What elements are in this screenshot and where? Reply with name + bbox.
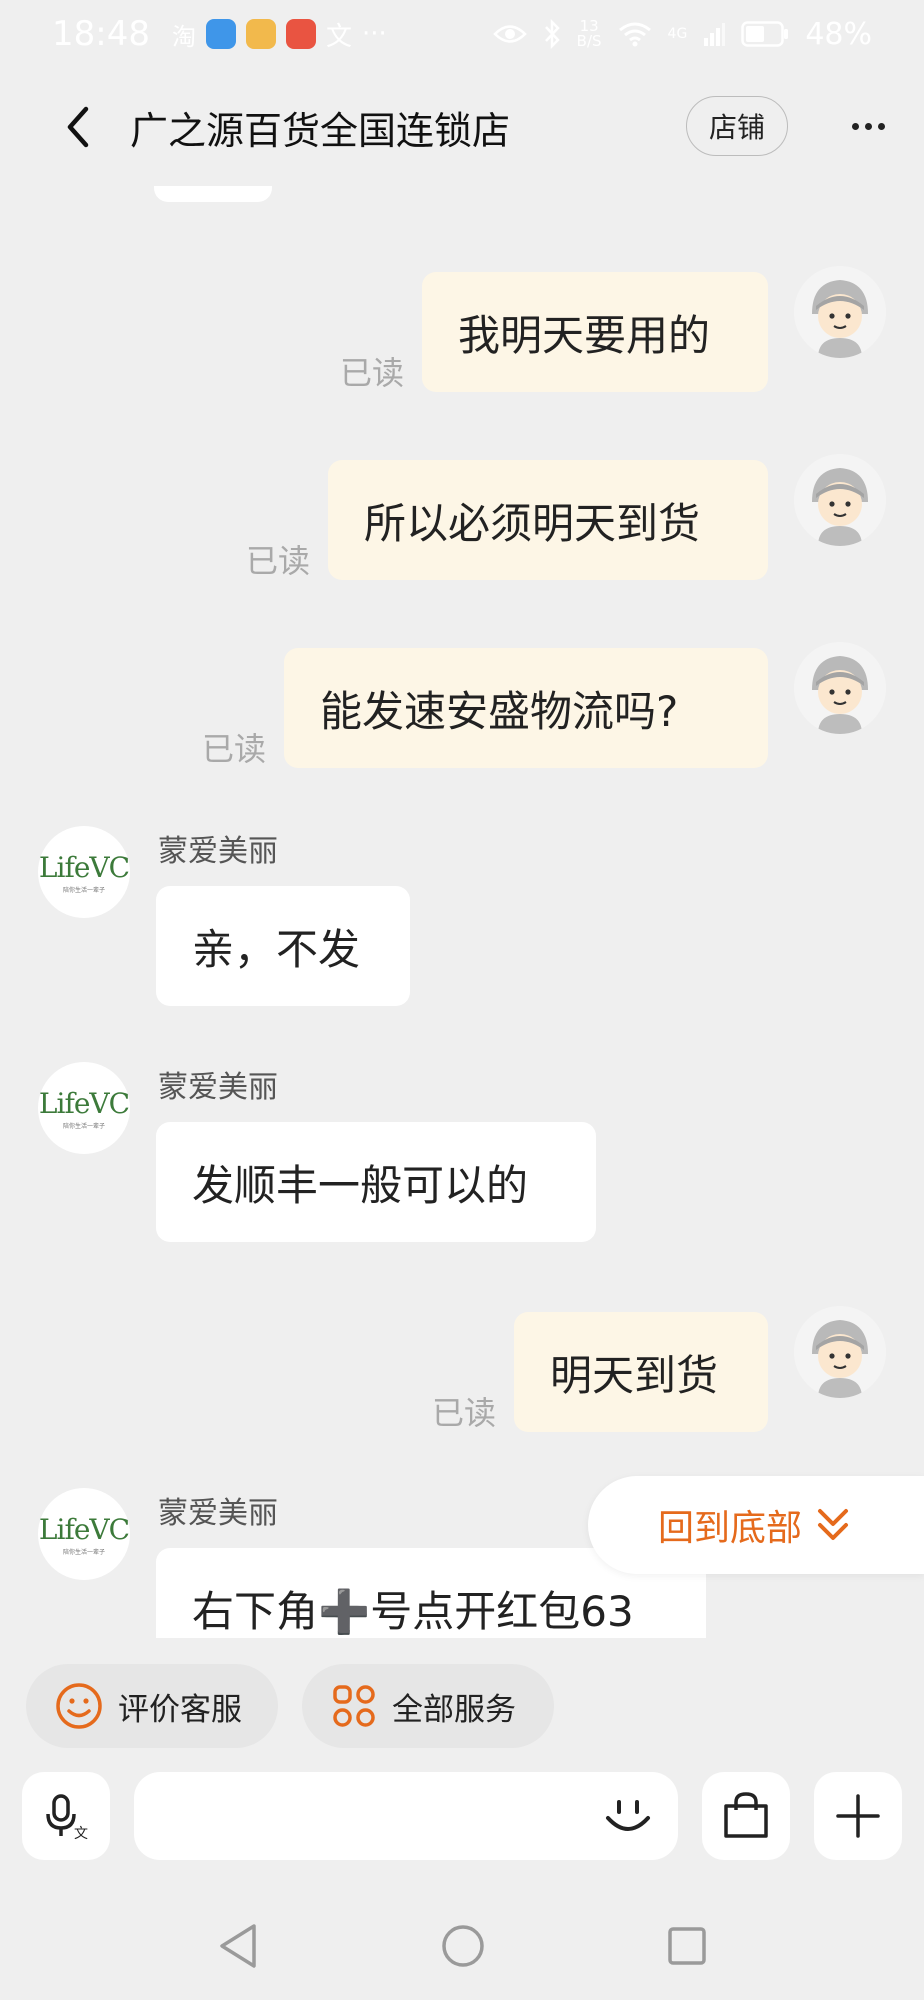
shopping-bag-icon [724,1792,768,1838]
outgoing-message[interactable]: 能发速安盛物流吗? [284,648,768,768]
chevron-left-icon [67,106,89,148]
user-avatar[interactable] [794,266,886,358]
status-time: 18:48 [52,14,150,54]
notification-icons: 淘 文 ··· [172,16,387,53]
more-dot-icon [877,122,885,130]
sender-name: 蒙爱美丽 [158,1070,278,1105]
chat-message-list[interactable]: 已读 我明天要用的 已读 所以必须明天到货 已读 能发速安盛物流吗? LifeV… [0,186,924,1638]
all-services-label: 全部服务 [392,1691,516,1728]
outgoing-message[interactable]: 所以必须明天到货 [328,460,768,580]
back-to-bottom-label: 回到底部 [658,1508,803,1549]
sender-name: 蒙爱美丽 [158,1496,278,1531]
incoming-message[interactable]: 亲，不发 [156,886,410,1006]
read-receipt: 已读 [432,1394,497,1432]
grid-icon [333,1685,375,1727]
net-speed: 13 B/S [576,17,602,50]
all-services-button[interactable]: 全部服务 [302,1664,554,1748]
read-receipt: 已读 [340,354,405,392]
lifevc-logo: LifeVC [38,1086,130,1120]
chat-header: 广之源百货全国连锁店 店铺 [0,68,924,186]
user-avatar-icon [794,266,886,358]
user-avatar[interactable] [794,454,886,546]
shop-avatar[interactable]: LifeVC 陪你生活一辈子 [38,1062,130,1154]
user-avatar[interactable] [794,1306,886,1398]
incoming-message[interactable]: 发顺丰一般可以的 [156,1122,596,1242]
user-avatar-icon [794,454,886,546]
rate-service-button[interactable]: 评价客服 [26,1664,278,1748]
emoji-button[interactable] [596,1784,660,1848]
battery-icon [741,21,789,47]
shop-avatar[interactable]: LifeVC 陪你生活一辈子 [38,1488,130,1580]
emoji-smile-icon [606,1800,650,1831]
shop-avatar[interactable]: LifeVC 陪你生活一辈子 [38,826,130,918]
product-button[interactable] [702,1772,790,1860]
translate-icon: 文 [325,21,352,52]
shop-title: 广之源百货全国连锁店 [130,108,511,153]
lifevc-tagline: 陪你生活一辈子 [62,1122,105,1130]
battery-percent: 48% [805,16,872,52]
rate-service-label: 评价客服 [118,1691,242,1728]
user-avatar-icon [794,642,886,734]
partial-message-bubble [154,186,272,202]
status-bar: 18:48 淘 文 ··· 13 B/S 4G 48% [0,0,924,68]
plus-icon [836,1794,880,1838]
user-avatar-icon [794,1306,886,1398]
taobao-icon: 淘 [171,22,196,51]
bank-app-icon [285,19,316,49]
sender-name: 蒙爱美丽 [158,834,278,869]
app-notification-icon [245,19,276,49]
signal-icon [704,23,726,46]
read-receipt: 已读 [246,542,311,580]
lifevc-tagline: 陪你生活一辈子 [62,886,105,894]
double-chevron-down-icon [818,1509,849,1540]
nav-back-icon[interactable] [216,1922,260,1970]
more-dot-icon [851,122,859,130]
back-button[interactable] [48,97,108,157]
more-options-button[interactable] [838,96,898,156]
lifevc-tagline: 陪你生活一辈子 [62,1548,105,1556]
svg-text:文: 文 [74,1826,88,1842]
more-dot-icon [864,122,872,130]
plus-button[interactable] [814,1772,902,1860]
bluetooth-icon [544,19,560,49]
eye-icon [492,25,527,43]
microphone-icon: 文 [46,1794,88,1842]
smiley-icon [56,1683,102,1729]
nav-recents-icon[interactable] [666,1925,708,1967]
signal-type: 4G [667,26,688,42]
system-navigation-bar [0,1892,924,2000]
app-notification-icon [205,19,236,49]
lifevc-logo: LifeVC [38,850,130,884]
outgoing-message[interactable]: 明天到货 [514,1312,768,1432]
back-to-bottom-button[interactable]: 回到底部 [588,1476,924,1574]
voice-input-button[interactable]: 文 [22,1772,110,1860]
lifevc-logo: LifeVC [38,1512,130,1546]
more-notifications-icon: ··· [362,19,387,49]
outgoing-message[interactable]: 我明天要用的 [422,272,768,392]
wifi-icon [618,22,651,47]
read-receipt: 已读 [202,730,267,768]
shop-button[interactable]: 店铺 [686,96,788,156]
nav-home-icon[interactable] [440,1923,486,1969]
user-avatar[interactable] [794,642,886,734]
